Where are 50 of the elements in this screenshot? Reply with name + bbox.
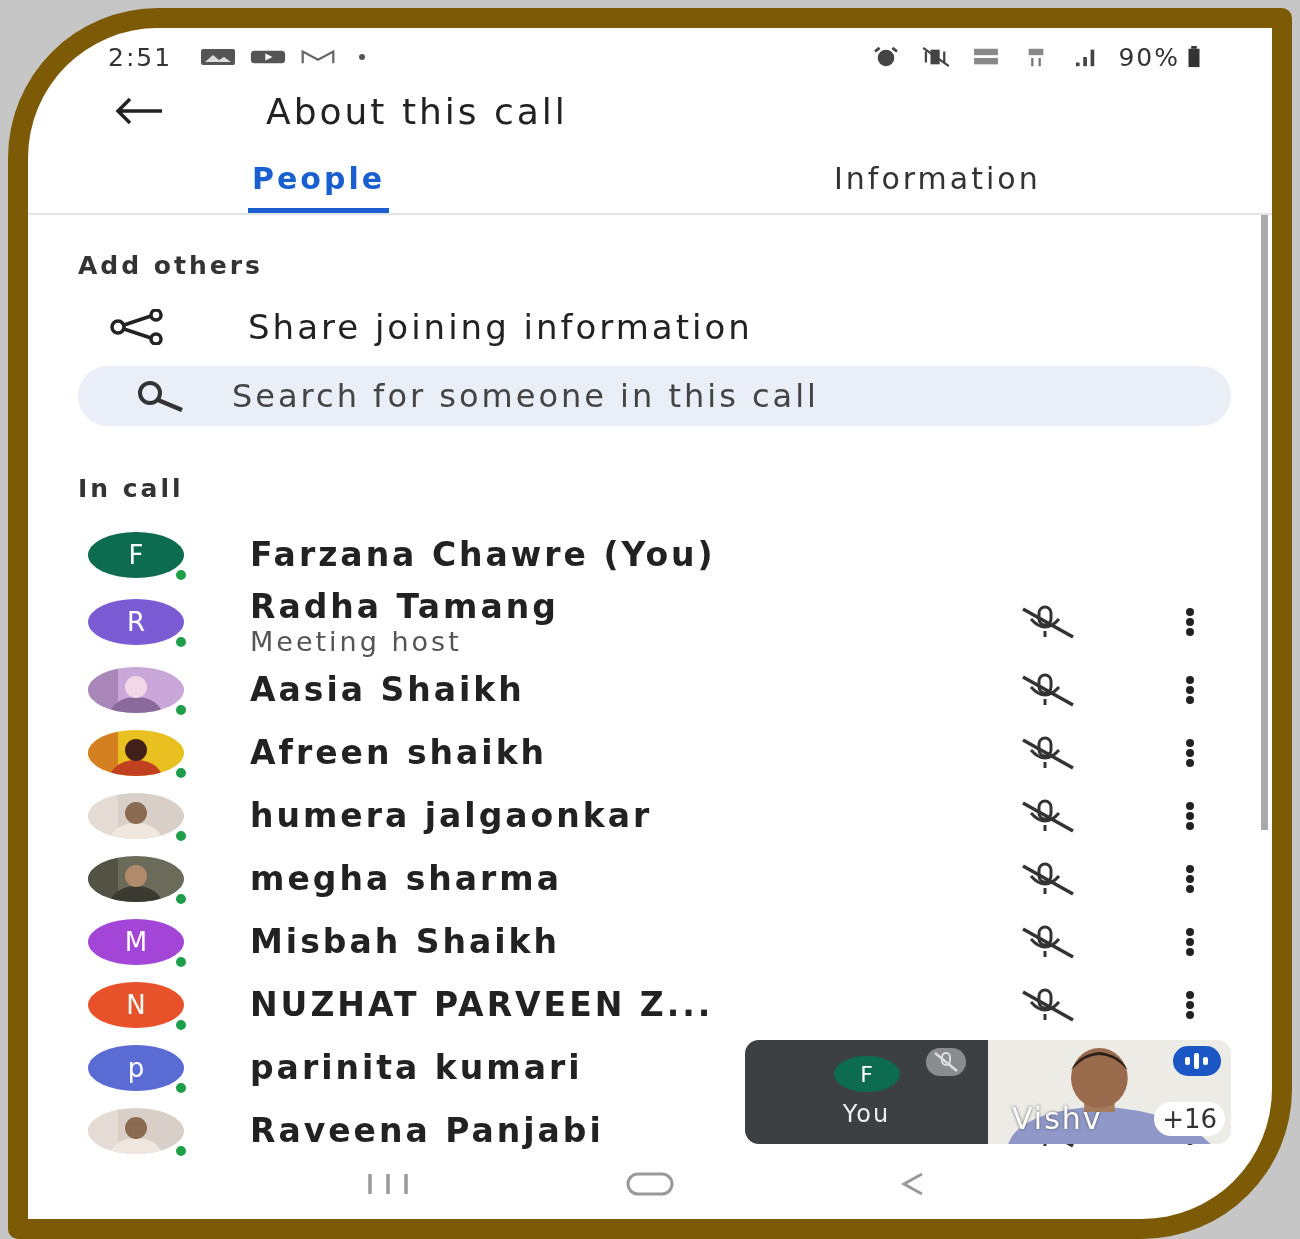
page-title: About this call	[266, 90, 568, 132]
participant-name: Raveena Panjabi	[250, 1111, 604, 1150]
avatar: p	[88, 1044, 184, 1091]
self-label: You	[842, 1100, 891, 1128]
online-dot	[174, 1080, 188, 1095]
dot-icon	[358, 53, 367, 61]
battery-icon	[1186, 46, 1202, 68]
online-dot	[174, 765, 188, 780]
search-field[interactable]: Search for someone in this call	[78, 366, 1231, 426]
participant-role: Meeting host	[250, 626, 462, 657]
share-link[interactable]: Share joining information	[248, 307, 753, 347]
back-icon[interactable]	[114, 96, 164, 126]
online-dot	[174, 891, 188, 906]
gallery-icon	[200, 46, 237, 68]
tab[interactable]: Information	[830, 136, 1045, 213]
participant-name: Farzana Chawre (You)	[250, 535, 716, 574]
participant-count: +16	[1154, 1102, 1225, 1136]
avatar: M	[88, 918, 184, 965]
participant-name: megha sharma	[250, 859, 562, 898]
online-dot	[174, 1143, 188, 1158]
participant-name: parinita kumari	[250, 1048, 583, 1087]
participant-name: NUZHAT PARVEEN Z...	[250, 985, 714, 1024]
online-dot	[174, 954, 188, 969]
battery-percent: 90%	[1118, 42, 1180, 72]
more-icon[interactable]	[1185, 674, 1195, 705]
online-dot	[174, 635, 188, 649]
avatar: N	[88, 981, 184, 1028]
more-icon[interactable]	[1185, 989, 1195, 1020]
online-dot	[174, 828, 188, 843]
online-dot	[174, 702, 188, 717]
self-avatar: F	[833, 1056, 900, 1092]
tab[interactable]: People	[248, 136, 390, 213]
home-icon[interactable]	[625, 1172, 675, 1196]
more-icon[interactable]	[1185, 607, 1195, 637]
more-icon[interactable]	[1185, 737, 1195, 768]
more-icon[interactable]	[1185, 926, 1195, 957]
online-dot	[174, 1017, 188, 1032]
online-dot	[174, 567, 188, 582]
more-icon[interactable]	[1185, 863, 1195, 894]
status-time: 2:51	[108, 42, 173, 72]
avatar: R	[88, 599, 184, 645]
participant-name: Radha Tamang	[250, 587, 559, 626]
participant-name: Afreen shaikh	[250, 733, 548, 772]
section-heading: In call	[78, 474, 185, 503]
section-heading: Add others	[78, 251, 264, 280]
avatar: F	[88, 531, 184, 578]
participant-name: humera jalgaonkar	[250, 796, 653, 835]
participant-name: Misbah Shaikh	[250, 922, 560, 961]
more-icon[interactable]	[1185, 800, 1195, 831]
participant-name: Aasia Shaikh	[250, 670, 525, 709]
